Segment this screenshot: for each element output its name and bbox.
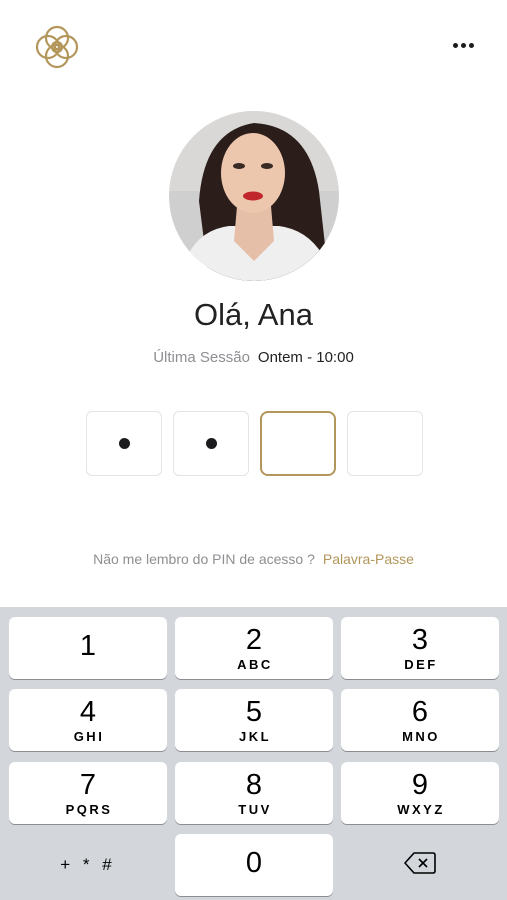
key-letters: GHI: [73, 728, 105, 744]
greeting-title: Olá, Ana: [194, 297, 313, 332]
pin-digit-3[interactable]: [260, 411, 336, 476]
key-symbols[interactable]: + * #: [9, 834, 167, 896]
key-7[interactable]: 7 PQRS: [9, 762, 167, 824]
key-digit: 7: [79, 768, 97, 801]
key-digit: 2: [245, 623, 263, 656]
profile-avatar: [169, 111, 339, 281]
password-link[interactable]: Palavra-Passe: [323, 551, 414, 567]
key-letters: WXYZ: [397, 801, 445, 817]
backspace-key[interactable]: [341, 834, 499, 896]
key-symbols-label: + * #: [60, 855, 116, 874]
pin-dot: [118, 438, 130, 449]
key-3[interactable]: 3 DEF: [341, 617, 499, 679]
key-5[interactable]: 5 JKL: [175, 689, 333, 751]
forgot-pin-row: Não me lembro do PIN de acesso ? Palavra-…: [0, 551, 507, 567]
key-digit: 9: [411, 768, 429, 801]
numeric-keypad: 1 2 ABC 3 DEF 4 GHI 5 JKL 6 MNO 7 PQRS 8…: [0, 607, 507, 900]
backspace-icon: [404, 851, 436, 880]
key-letters: ABC: [237, 656, 273, 672]
key-letters: JKL: [238, 728, 272, 744]
key-digit: 6: [411, 695, 429, 728]
key-8[interactable]: 8 TUV: [175, 762, 333, 824]
forgot-pin-question: Não me lembro do PIN de acesso ?: [93, 551, 315, 567]
key-1[interactable]: 1: [9, 617, 167, 679]
more-options-icon[interactable]: [448, 34, 478, 56]
last-session-label: Última Sessão: [153, 349, 250, 366]
key-letters: DEF: [404, 656, 438, 672]
key-6[interactable]: 6 MNO: [341, 689, 499, 751]
key-digit: 4: [79, 695, 97, 728]
key-0[interactable]: 0: [175, 834, 333, 896]
key-4[interactable]: 4 GHI: [9, 689, 167, 751]
app-logo-icon: [32, 22, 82, 72]
key-9[interactable]: 9 WXYZ: [341, 762, 499, 824]
last-session-info: Última Sessão Ontem - 10:00: [0, 349, 507, 366]
last-session-value: Ontem - 10:00: [257, 349, 354, 366]
key-letters: TUV: [238, 801, 272, 817]
key-digit: 3: [411, 623, 429, 656]
key-2[interactable]: 2 ABC: [175, 617, 333, 679]
key-digit: 8: [245, 768, 263, 801]
pin-digit-2[interactable]: [173, 411, 249, 476]
key-digit: 1: [79, 630, 97, 662]
key-letters: MNO: [402, 728, 440, 744]
pin-digit-4[interactable]: [347, 411, 423, 476]
key-digit: 0: [245, 847, 263, 879]
pin-digit-1[interactable]: [86, 411, 162, 476]
pin-dot: [205, 438, 217, 449]
pin-input[interactable]: [86, 411, 423, 476]
key-letters: PQRS: [65, 801, 113, 817]
key-digit: 5: [245, 695, 263, 728]
